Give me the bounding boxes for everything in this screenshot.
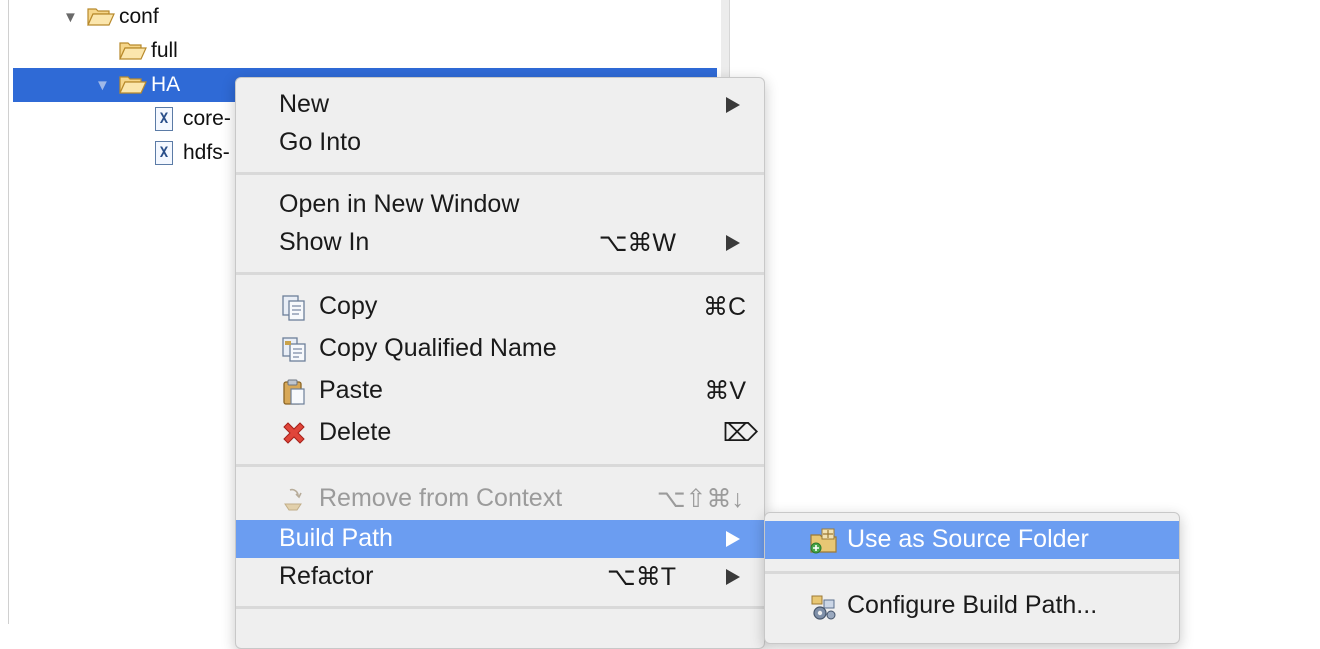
menu-item-label: Paste (319, 376, 383, 404)
menu-item-shortcut: ⌥⇧⌘↓ (656, 485, 744, 513)
menu-item-build-path[interactable]: Build Path (236, 520, 764, 558)
tree-item-label: hdfs- (183, 141, 230, 164)
tree-item-label: full (151, 39, 178, 62)
tree-item-label: HA (151, 73, 181, 96)
menu-item-label: Refactor (279, 562, 374, 590)
forward-delete-key-icon: ⌦ (722, 419, 758, 447)
menu-item-label: Build Path (279, 524, 393, 552)
xml-file-icon: X (155, 107, 173, 131)
menu-item-show-in[interactable]: Show In ⌥⌘W (236, 224, 764, 262)
menu-item-shortcut: ⌥⌘T (606, 563, 676, 591)
menu-item-label: Configure Build Path... (847, 591, 1098, 619)
menu-item-go-into[interactable]: Go Into (236, 124, 764, 162)
menu-item-label: Go Into (279, 128, 361, 156)
menu-separator (236, 272, 764, 275)
menu-item-remove-from-context: Remove from Context ⌥⇧⌘↓ (236, 480, 764, 518)
menu-item-label: Copy (319, 292, 378, 320)
copy-icon (282, 295, 305, 321)
source-folder-icon (810, 528, 837, 554)
menu-item-label: Copy Qualified Name (319, 334, 557, 362)
configure-build-path-icon (811, 595, 836, 620)
menu-item-label: Open in New Window (279, 190, 520, 218)
menu-separator (236, 464, 764, 467)
menu-item-label: Show In (279, 228, 370, 256)
menu-item-label: Use as Source Folder (847, 525, 1089, 553)
tree-item-full[interactable]: full (13, 34, 717, 68)
menu-item-use-as-source-folder[interactable]: Use as Source Folder (765, 521, 1179, 559)
menu-item-open-in-new-window[interactable]: Open in New Window (236, 186, 764, 224)
xml-file-icon: X (155, 141, 173, 165)
menu-item-refactor[interactable]: Refactor ⌥⌘T (236, 558, 764, 596)
menu-item-copy-qualified-name[interactable]: Copy Qualified Name (236, 330, 764, 368)
build-path-submenu: Use as Source Folder Configure Build Pat… (764, 512, 1180, 644)
open-folder-icon (87, 8, 115, 26)
menu-separator (765, 571, 1179, 574)
context-menu: New Go Into Open in New Window Show In ⌥… (235, 77, 765, 649)
menu-item-shortcut: ⌘C (702, 293, 746, 321)
submenu-arrow-icon (726, 97, 740, 113)
expand-triangle-icon[interactable]: ▼ (63, 9, 78, 26)
menu-item-new[interactable]: New (236, 86, 764, 124)
menu-item-copy[interactable]: Copy ⌘C (236, 288, 764, 326)
expand-triangle-icon[interactable]: ▼ (95, 77, 110, 94)
copy-qualified-name-icon (282, 337, 306, 362)
paste-icon (283, 379, 305, 405)
menu-item-label: Delete (319, 418, 392, 446)
menu-separator (236, 172, 764, 175)
tree-item-label: core- (183, 107, 231, 130)
menu-item-configure-build-path[interactable]: Configure Build Path... (765, 587, 1179, 625)
menu-item-delete[interactable]: Delete ⌦ (236, 414, 764, 452)
submenu-arrow-icon (726, 235, 740, 251)
delete-icon (283, 422, 305, 444)
remove-from-context-icon (284, 488, 302, 511)
open-folder-icon (119, 76, 147, 94)
menu-item-paste[interactable]: Paste ⌘V (236, 372, 764, 410)
menu-item-shortcut: ⌥⌘W (598, 229, 676, 257)
menu-item-label: Remove from Context (319, 484, 563, 512)
tree-item-conf[interactable]: ▼ conf (13, 0, 717, 34)
submenu-arrow-icon (726, 569, 740, 585)
submenu-arrow-icon (726, 531, 740, 547)
menu-item-label: New (279, 90, 330, 118)
menu-separator (236, 606, 764, 609)
open-folder-icon (119, 42, 147, 60)
menu-item-shortcut: ⌘V (704, 377, 746, 405)
tree-item-label: conf (119, 5, 159, 28)
